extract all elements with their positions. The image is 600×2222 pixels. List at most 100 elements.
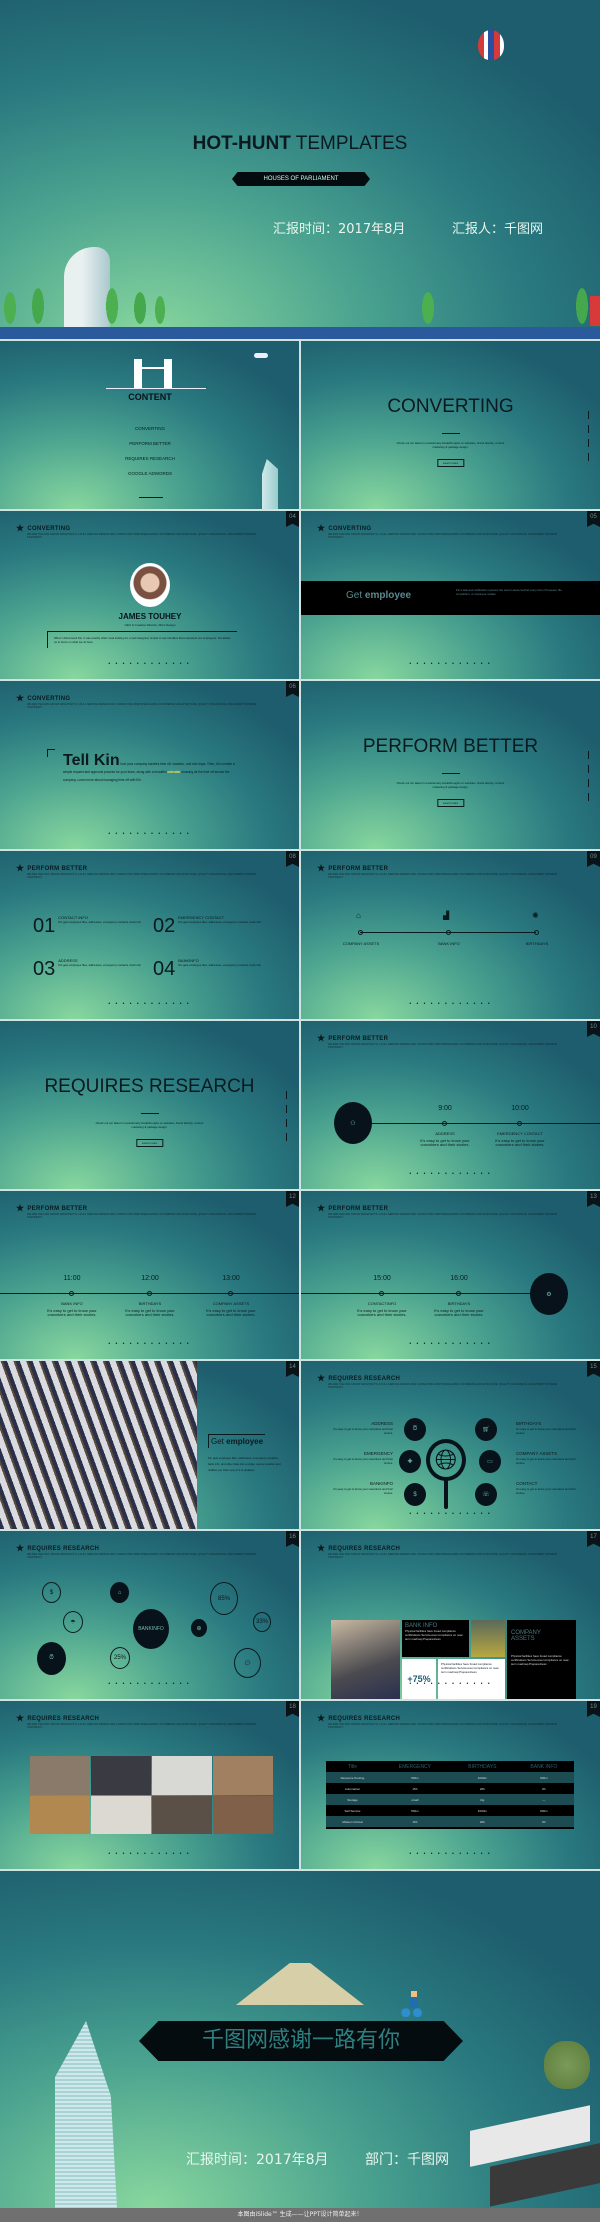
star-icon: ★ <box>317 1543 326 1553</box>
page-number: 13 <box>587 1191 600 1207</box>
money-bag-icon: $ <box>42 1582 61 1603</box>
tile-text: Physical facilities have broad complianc… <box>405 1629 464 1641</box>
phone-booth-icon <box>590 296 600 326</box>
header-subtitle: WE ARE THE DAN GROUP ARCHITECTS, A FULL … <box>27 1723 257 1730</box>
chair-photo <box>471 1620 505 1657</box>
timeline-desc: It's easy to get to know your coworkers … <box>47 1308 97 1317</box>
star-icon: ★ <box>317 863 326 873</box>
time-label: 15:00 <box>373 1275 391 1282</box>
star-icon: ★ <box>317 1033 326 1043</box>
pagination-dots[interactable]: • • • • • • • • • • • • <box>301 1171 600 1177</box>
department: 部门：千图网 <box>365 2152 449 2168</box>
column-header: EMERGENCY <box>378 1761 451 1772</box>
slide-nav-bars[interactable] <box>286 1091 287 1147</box>
timeline-node <box>534 930 539 935</box>
pagination-dots[interactable]: • • • • • • • • • • • • <box>0 1681 299 1687</box>
section-label: PERFORM BETTER <box>27 1205 88 1212</box>
contents-item[interactable]: PERFORM BETTER <box>0 436 299 451</box>
profile-slide: JAMES TOUHEY CEO & Creative Director, Ma… <box>0 511 299 679</box>
learn-more-button[interactable]: Learn more <box>135 1139 164 1147</box>
section-label: REQUIRES RESEARCH <box>328 1545 401 1552</box>
gears-icon: ⚙ <box>530 1273 568 1315</box>
contents-item[interactable]: REQUIRES RESEARCH <box>0 451 299 466</box>
pagination-dots[interactable]: • • • • • • • • • • • • <box>301 1341 600 1347</box>
collage-photo <box>213 1795 273 1834</box>
quote: When I discovered Kin, it was exactly wh… <box>47 631 237 648</box>
timeline-label: BIRTHDAYS <box>138 1301 162 1306</box>
collage-photo <box>152 1795 212 1834</box>
section-title: PERFORM BETTER <box>362 736 539 757</box>
timeline-line <box>360 932 448 933</box>
table-cell: Resource Pooling <box>326 1772 379 1783</box>
pagination-dots[interactable]: • • • • • • • • • • • • <box>0 831 299 837</box>
table-cell: — <box>513 1794 574 1805</box>
pagination-dots[interactable]: • • • • • • • • • • • • <box>0 1851 299 1857</box>
section-label: REQUIRES RESEARCH <box>328 1715 401 1722</box>
timeline-label: BANK INFO <box>61 1301 83 1306</box>
header-subtitle: WE ARE THE DAN GROUP ARCHITECTS, A FULL … <box>27 533 257 540</box>
timeline-desc: It's easy to get to know your coworkers … <box>420 1138 470 1147</box>
pagination-dots[interactable]: • • • • • • • • • • • • <box>301 1851 600 1857</box>
learn-more-button[interactable]: Learn more <box>436 459 465 467</box>
learn-more-button[interactable]: Learn more <box>436 799 465 807</box>
contents-item[interactable]: CONVERTING <box>0 421 299 436</box>
item-desc: Kin gets employee files, addresses, emer… <box>58 963 141 967</box>
timeline-label: EMERGENCY CONTACT <box>497 1131 543 1136</box>
pagination-dots[interactable]: • • • • • • • • • • • • <box>0 661 299 667</box>
employee-band: Get employee Kin's task and notification… <box>301 581 600 615</box>
star-icon: ★ <box>16 1543 25 1553</box>
pagination-dots[interactable]: • • • • • • • • • • • • <box>301 1681 600 1687</box>
page-number: 05 <box>587 511 600 527</box>
timeline-node <box>517 1121 522 1126</box>
plus-icon: ⊕ <box>191 1619 207 1637</box>
report-time: 汇报时间：2017年8月 <box>186 2152 329 2168</box>
timeline-label: BIRTHDAYS <box>525 941 549 946</box>
page-number: 06 <box>286 681 299 697</box>
band-text: Kin's task and notification systems the … <box>456 588 562 596</box>
section-title: REQUIRES RESEARCH <box>44 1076 255 1097</box>
percent-bubble: 85% <box>210 1582 238 1615</box>
page-number: 12 <box>286 1191 299 1207</box>
end-slide: 千图网感谢一路有你 汇报时间：2017年8月 部门：千图网 <box>0 1871 600 2208</box>
list-item: 01 CONTACT INFO Kin gets employee files, a… <box>33 915 153 938</box>
avatar <box>130 563 170 607</box>
thanks-banner: 千图网感谢一路有你 <box>139 2021 463 2061</box>
divider <box>441 773 460 774</box>
header-subtitle: WE ARE THE DAN GROUP ARCHITECTS, A FULL … <box>27 1553 257 1560</box>
header-subtitle: WE ARE THE DAN GROUP ARCHITECTS, A FULL … <box>328 1213 558 1220</box>
left-labels: ADDRESS It's easy to get to know your cow… <box>331 1421 393 1495</box>
emergency-icon: ✚ <box>399 1450 421 1473</box>
star-icon: ★ <box>16 1713 25 1723</box>
page-number: 14 <box>286 1361 299 1377</box>
table-cell: 8h <box>513 1816 574 1827</box>
pagination-dots[interactable]: • • • • • • • • • • • • <box>0 1001 299 1007</box>
pagination-dots[interactable]: • • • • • • • • • • • • <box>0 1341 299 1347</box>
tell-kin-heading: Tell Kin <box>63 752 120 769</box>
timeline-node <box>358 930 363 935</box>
table-cell: Automation <box>326 1783 379 1794</box>
report-time: 汇报时间：2017年8月 <box>273 222 406 237</box>
employee-text: employee <box>226 1437 264 1446</box>
star-icon: ★ <box>317 1203 326 1213</box>
section-label: PERFORM BETTER <box>328 865 389 872</box>
globe-search-icon: 🌐︎ <box>426 1439 466 1481</box>
river <box>0 327 600 339</box>
bubbles-slide: $ ⌂ ☂ BANKINFO ⏰︎ 25% ⊕ 85% 33% 💬︎ ★ REQU… <box>0 1531 299 1699</box>
pagination-dots[interactable]: • • • • • • • • • • • • <box>301 1511 600 1517</box>
list-item: 04 BANKINFO Kin gets employee files, addre… <box>153 958 273 981</box>
employee-desc: Kin gets employee files, addresses, emer… <box>208 1456 281 1472</box>
pagination-dots[interactable]: • • • • • • • • • • • • <box>301 1001 600 1007</box>
slide-nav-bars[interactable] <box>588 411 589 467</box>
timeline-label: ADDRESS <box>435 1131 455 1136</box>
title-ribbon: HOUSES OF PARLIAMENT <box>232 172 370 186</box>
pagination-dots[interactable]: • • • • • • • • • • • • <box>301 661 600 667</box>
header-subtitle: WE ARE THE DAN GROUP ARCHITECTS, A FULL … <box>328 1383 558 1390</box>
section-label: CONVERTING <box>27 525 71 532</box>
table-cell: 15h <box>378 1783 451 1794</box>
collage-photo <box>30 1795 90 1834</box>
slide-nav-bars[interactable] <box>588 751 589 807</box>
timeline-node <box>379 1291 384 1296</box>
time-label: 9:00 <box>438 1105 452 1112</box>
star-icon: ★ <box>16 1203 25 1213</box>
contents-item[interactable]: GOOGLE ADWORDS <box>0 466 299 481</box>
